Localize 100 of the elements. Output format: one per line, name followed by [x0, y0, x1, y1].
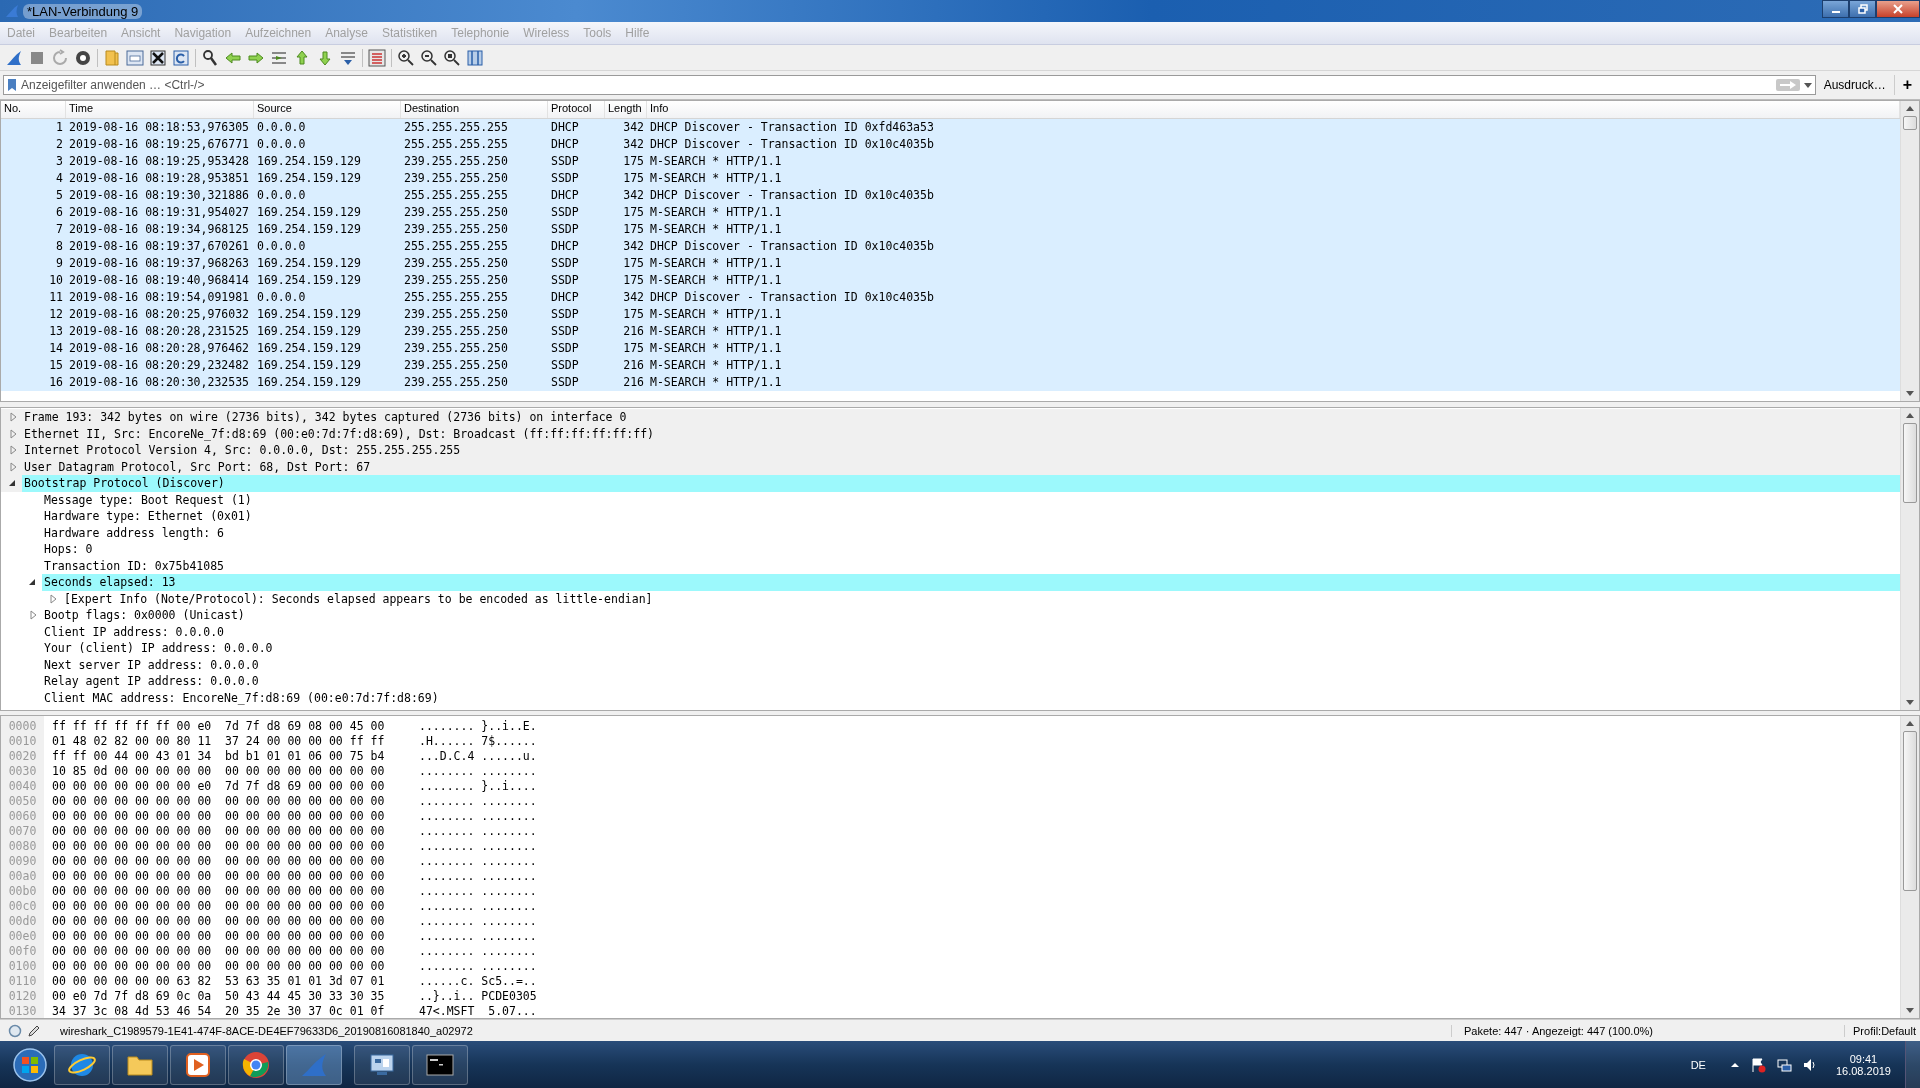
taskbar-button[interactable] — [412, 1045, 468, 1085]
table-cell-text: SSDP — [550, 374, 580, 391]
scrollbar[interactable] — [1900, 408, 1919, 710]
restore-button[interactable] — [1849, 0, 1876, 18]
protocol-field[interactable]: Transaction ID: 0x75b41085 — [42, 557, 1900, 574]
clock[interactable]: 09:41 16.08.2019 — [1835, 1053, 1891, 1077]
protocol-field[interactable]: Next server IP address: 0.0.0.0 — [42, 656, 1900, 673]
table-cell-text: 2019-08-16 08:19:25,676771 — [68, 136, 250, 153]
ascii-bytes: ........ ........ — [419, 884, 537, 899]
colorize-icon[interactable] — [368, 48, 386, 67]
packet-row[interactable]: 7 2019-08-16 08:19:34,968125 169.254.159.129 239.255.255.250 SSDP 175 M-SEARCH * HTTP/1.1 — [1, 221, 1900, 238]
zoom-in-icon[interactable] — [397, 48, 415, 67]
table-cell-text: 216 — [622, 357, 645, 374]
protocol-field[interactable]: Your (client) IP address: 0.0.0.0 — [42, 640, 1900, 657]
taskbar-button[interactable] — [170, 1045, 226, 1085]
protocol-field[interactable]: Relay agent IP address: 0.0.0.0 — [42, 673, 1900, 690]
scrollbar[interactable] — [1900, 716, 1919, 1018]
scrollbar[interactable] — [1900, 101, 1919, 401]
zoom-out-icon[interactable] — [420, 48, 438, 67]
packet-row[interactable]: 12 2019-08-16 08:20:25,976032 169.254.159.129 239.255.255.250 SSDP 175 M-SEARCH * HTTP/1.1 — [1, 306, 1900, 323]
packet-row[interactable]: 11 2019-08-16 08:19:54,091981 0.0.0.0 255.255.255.255 DHCP 342 DHCP Discover - Transaction ID 0x10c4035b — [1, 289, 1900, 306]
column-header[interactable]: Destination — [401, 101, 548, 118]
packet-row[interactable]: 1 2019-08-16 08:18:53,976305 0.0.0.0 255.255.255.255 DHCP 342 DHCP Discover - Transaction ID 0xfd463a53 — [1, 119, 1900, 136]
scrollbar-thumb[interactable] — [1903, 423, 1917, 503]
taskbar-button[interactable] — [354, 1045, 410, 1085]
packet-row[interactable]: 6 2019-08-16 08:19:31,954027 169.254.159.129 239.255.255.250 SSDP 175 M-SEARCH * HTTP/1.1 — [1, 204, 1900, 221]
protocol-field[interactable]: Client IP address: 0.0.0.0 — [42, 623, 1900, 640]
binary-file-icon[interactable] — [126, 48, 144, 67]
taskbar-button[interactable] — [112, 1045, 168, 1085]
protocol-field[interactable]: Hardware address length: 6 — [42, 524, 1900, 541]
shark-fin-icon[interactable] — [5, 48, 23, 67]
table-cell-text: 255.255.255.255 — [403, 136, 509, 153]
table-cell-text: DHCP — [550, 238, 580, 255]
protocol-field[interactable]: Bootstrap Protocol (Discover) — [22, 475, 1900, 492]
restart-icon[interactable] — [51, 48, 69, 67]
column-header[interactable]: Time — [66, 101, 254, 118]
start-orb-icon[interactable] — [12, 1047, 48, 1083]
ascii-bytes: ........ ........ — [419, 854, 537, 869]
packet-row[interactable]: 13 2019-08-16 08:20:28,231525 169.254.159.129 239.255.255.250 SSDP 216 M-SEARCH * HTTP/1.1 — [1, 323, 1900, 340]
minimize-button[interactable] — [1822, 0, 1849, 18]
down-arrow-icon[interactable] — [316, 48, 334, 67]
scroll-down-icon[interactable] — [1906, 391, 1914, 396]
settings-icon[interactable] — [74, 48, 92, 67]
taskbar-button[interactable] — [54, 1045, 110, 1085]
dropdown-caret-icon[interactable] — [1803, 82, 1812, 88]
search-icon[interactable] — [201, 48, 219, 67]
protocol-field[interactable]: Bootp flags: 0x0000 (Unicast) — [42, 607, 1900, 624]
table-cell-text: 2019-08-16 08:19:30,321886 — [68, 187, 250, 204]
network-icon[interactable] — [1775, 1057, 1792, 1073]
protocol-field[interactable]: Message type: Boot Request (1) — [42, 491, 1900, 508]
add-filter-button[interactable]: + — [1893, 75, 1920, 95]
flag-icon[interactable] — [1749, 1057, 1766, 1073]
protocol-field[interactable]: Hops: 0 — [42, 541, 1900, 558]
taskbar-button[interactable] — [228, 1045, 284, 1085]
packet-row[interactable]: 4 2019-08-16 08:19:28,953851 169.254.159.129 239.255.255.250 SSDP 175 M-SEARCH * HTTP/1.1 — [1, 170, 1900, 187]
packet-row[interactable]: 15 2019-08-16 08:20:29,232482 169.254.159.129 239.255.255.250 SSDP 216 M-SEARCH * HTTP/1.1 — [1, 357, 1900, 374]
ascii-bytes: ........ ........ — [419, 824, 537, 839]
table-cell-text: 2019-08-16 08:18:53,976305 — [68, 119, 250, 136]
zoom-reset-icon[interactable] — [443, 48, 461, 67]
protocol-field[interactable]: Seconds elapsed: 13 — [42, 574, 1900, 591]
scroll-down-icon[interactable] — [1906, 1008, 1914, 1013]
packet-row[interactable]: 14 2019-08-16 08:20:28,976462 169.254.159.129 239.255.255.250 SSDP 175 M-SEARCH * HTTP/1.1 — [1, 340, 1900, 357]
up-arrow-icon[interactable] — [293, 48, 311, 67]
scrollbar-thumb[interactable] — [1903, 116, 1917, 130]
expression-button[interactable]: Ausdruck… — [1815, 75, 1894, 95]
display-filter-box[interactable]: Anzeigefilter anwenden … <Ctrl-/> — [3, 75, 1816, 95]
column-header[interactable]: No. — [1, 101, 66, 118]
protocol-field[interactable]: Client MAC address: EncoreNe_7f:d8:69 (00:e0:7d:7f:d8:69) — [42, 689, 1900, 706]
speaker-icon[interactable] — [1801, 1057, 1818, 1073]
caret-up-icon[interactable] — [1729, 1060, 1740, 1070]
packet-row[interactable]: 3 2019-08-16 08:19:25,953428 169.254.159.129 239.255.255.250 SSDP 175 M-SEARCH * HTTP/1.1 — [1, 153, 1900, 170]
packet-row[interactable]: 5 2019-08-16 08:19:30,321886 0.0.0.0 255.255.255.255 DHCP 342 DHCP Discover - Transaction ID 0x10c4035b — [1, 187, 1900, 204]
scroll-up-icon[interactable] — [1906, 413, 1914, 418]
pencil-icon[interactable] — [27, 1023, 41, 1038]
column-header[interactable]: Protocol — [548, 101, 605, 118]
packet-row[interactable]: 10 2019-08-16 08:19:40,968414 169.254.159.129 239.255.255.250 SSDP 175 M-SEARCH * HTTP/1.1 — [1, 272, 1900, 289]
reload-icon[interactable] — [172, 48, 190, 67]
protocol-field[interactable]: Hardware type: Ethernet (0x01) — [42, 508, 1900, 525]
status-circle-icon[interactable] — [8, 1023, 22, 1038]
packet-row[interactable]: 9 2019-08-16 08:19:37,968263 169.254.159.129 239.255.255.250 SSDP 175 M-SEARCH * HTTP/1.1 — [1, 255, 1900, 272]
scrollbar-thumb[interactable] — [1903, 731, 1917, 891]
column-header[interactable]: Source — [254, 101, 401, 118]
scroll-up-icon[interactable] — [1906, 721, 1914, 726]
input-language[interactable]: DE — [1690, 1059, 1706, 1071]
table-cell-text: 169.254.159.129 — [256, 306, 362, 323]
packet-row[interactable]: 8 2019-08-16 08:19:37,670261 0.0.0.0 255.255.255.255 DHCP 342 DHCP Discover - Transaction ID 0x10c4035b — [1, 238, 1900, 255]
profile-label[interactable]: Profil:Default — [1844, 1024, 1920, 1037]
table-cell-text: DHCP — [550, 119, 580, 136]
column-header[interactable]: Length — [605, 101, 647, 118]
packet-row[interactable]: 16 2019-08-16 08:20:30,232535 169.254.159.129 239.255.255.250 SSDP 216 M-SEARCH * HTTP/1.1 — [1, 374, 1900, 391]
protocol-field[interactable]: [Expert Info (Note/Protocol): Seconds elapsed appears to be encoded as little-endian] — [62, 590, 1900, 607]
scroll-down-icon[interactable] — [1906, 700, 1914, 705]
packet-row[interactable]: 2 2019-08-16 08:19:25,676771 0.0.0.0 255.255.255.255 DHCP 342 DHCP Discover - Transaction ID 0x10c4035b — [1, 136, 1900, 153]
table-cell-text: SSDP — [550, 340, 580, 357]
scroll-up-icon[interactable] — [1906, 106, 1914, 111]
close-file-icon[interactable] — [149, 48, 167, 67]
bookmark-icon[interactable] — [7, 78, 17, 92]
resize-columns-icon[interactable] — [466, 48, 484, 67]
display-filter-field[interactable]: Anzeigefilter anwenden … <Ctrl-/> — [21, 78, 1772, 92]
close-button[interactable] — [1876, 0, 1920, 18]
